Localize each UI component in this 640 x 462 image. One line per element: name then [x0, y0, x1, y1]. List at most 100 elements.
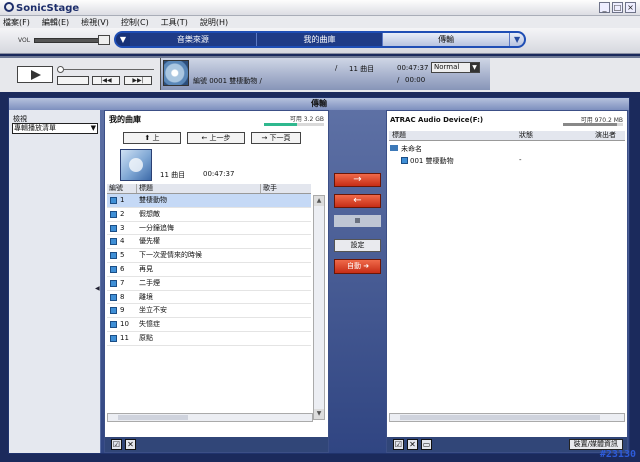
menu-file[interactable]: 檔案(F)	[3, 17, 30, 28]
deselect-icon[interactable]: ✕	[407, 439, 418, 450]
track-list: 1 雙棲動物 2 假想敵 3 一分鐘追悔 4 優先權 5 下一次愛情來的時候 6 再見 7 二手煙 8 離境 9…	[107, 194, 311, 346]
column-status[interactable]: 狀態	[519, 131, 533, 140]
vertical-scrollbar[interactable]: ▲ ▼	[313, 195, 325, 420]
music-note-icon	[110, 279, 117, 287]
menu-control[interactable]: 控制(C)	[121, 17, 149, 28]
track-number: 5	[120, 251, 125, 260]
menu-help[interactable]: 說明(H)	[200, 17, 228, 28]
seek-slider-track[interactable]	[64, 69, 154, 70]
table-row[interactable]: 4 優先權	[107, 235, 311, 250]
horizontal-scrollbar[interactable]	[389, 413, 625, 422]
back-button[interactable]: ← 上一步	[187, 132, 245, 144]
transfer-from-device-button[interactable]: ←	[334, 194, 381, 208]
tab-transfer[interactable]: 傳輸	[383, 33, 511, 46]
column-title[interactable]: 標題	[392, 131, 406, 140]
table-row[interactable]: 7 二手煙	[107, 277, 311, 291]
volume-slider-thumb[interactable]	[98, 35, 110, 45]
close-button[interactable]: ×	[625, 2, 636, 13]
track-title: 一分鐘追悔	[139, 223, 174, 232]
tab-music-source[interactable]: 音樂來源	[130, 33, 257, 46]
transfer-stop-button[interactable]	[334, 215, 381, 227]
view-select[interactable]: 專輯播放清單 ▼	[12, 123, 98, 134]
track-title: 失憶症	[139, 320, 160, 329]
menu-bar: 檔案(F) 編輯(E) 檢視(V) 控制(C) 工具(T) 說明(H)	[0, 16, 640, 28]
seek-slider-thumb[interactable]	[57, 66, 64, 73]
music-note-icon	[110, 197, 117, 204]
select-all-icon[interactable]: ☑	[393, 439, 404, 450]
next-page-button[interactable]: → 下一頁	[251, 132, 301, 144]
music-note-icon	[110, 210, 117, 218]
nav-left-arrow-icon[interactable]: ▼	[116, 33, 130, 46]
now-playing-track-count: 11 曲目	[349, 65, 375, 73]
music-note-icon	[110, 334, 117, 342]
sonicstage-logo-icon	[4, 2, 14, 12]
deselect-icon[interactable]: ✕	[125, 439, 136, 450]
watermark: #23130	[599, 449, 636, 460]
track-title: 原點	[139, 333, 153, 342]
scroll-thumb[interactable]	[400, 415, 600, 420]
device-capacity-bar	[563, 123, 623, 126]
table-row[interactable]: 10 失憶症	[107, 318, 311, 332]
now-playing-elapsed: 00:00	[405, 76, 426, 84]
volume-slider-track[interactable]	[34, 38, 106, 43]
new-folder-icon[interactable]: ▭	[421, 439, 432, 450]
now-playing-cover-icon	[163, 60, 189, 86]
horizontal-scrollbar[interactable]	[107, 413, 313, 422]
column-title[interactable]: 標題	[137, 184, 261, 193]
scroll-up-icon[interactable]: ▲	[314, 196, 324, 206]
table-row[interactable]: 6 再見	[107, 263, 311, 277]
dropdown-arrow-icon: ▼	[90, 124, 96, 132]
previous-track-button[interactable]: |◀◀	[92, 76, 120, 85]
dropdown-arrow-icon: ▼	[470, 63, 479, 72]
tab-my-library[interactable]: 我的曲庫	[257, 33, 384, 46]
table-row[interactable]: 2 假想敵	[107, 208, 311, 222]
minimize-button[interactable]: _	[599, 2, 610, 13]
view-sidebar: 檢視 專輯播放清單 ▼ ◀	[9, 110, 101, 453]
device-track-status: -	[519, 156, 522, 164]
select-all-icon[interactable]: ☑	[111, 439, 122, 450]
view-select-value: 專輯播放清單	[14, 124, 56, 132]
device-folder-label: 未命名	[401, 145, 422, 153]
play-mode-value: Normal	[434, 63, 460, 71]
album-duration: 00:47:37	[203, 170, 235, 178]
menu-view[interactable]: 檢視(V)	[81, 17, 109, 28]
up-button[interactable]: ⬆ 上	[123, 132, 181, 144]
scroll-thumb[interactable]	[118, 415, 188, 420]
next-track-button[interactable]: ▶▶|	[124, 76, 152, 85]
table-row[interactable]: 8 離境	[107, 291, 311, 305]
table-row[interactable]: 5 下一次愛情來的時候	[107, 249, 311, 263]
table-row[interactable]: 1 雙棲動物	[107, 194, 311, 208]
now-playing-track: 編號 0001 雙棲動物 /	[193, 77, 262, 85]
menu-edit[interactable]: 編輯(E)	[42, 17, 69, 28]
table-row[interactable]: 11 原點	[107, 332, 311, 346]
table-row[interactable]: 3 一分鐘追悔	[107, 222, 311, 236]
track-title: 二手煙	[139, 278, 160, 287]
track-title: 雙棲動物	[139, 196, 167, 204]
now-playing-display: 編號 0001 雙棲動物 / / 11 曲目 00:47:37 / 00:00 …	[160, 58, 490, 90]
column-performer[interactable]: 演出者	[595, 131, 616, 140]
device-table-header: 標題 狀態 演出者	[389, 131, 625, 141]
settings-button[interactable]: 設定	[334, 239, 381, 252]
maximize-button[interactable]: □	[612, 2, 623, 13]
track-number: 9	[120, 306, 125, 315]
device-folder[interactable]: 未命名	[390, 144, 422, 154]
device-track-label: 001 雙棲動物	[410, 157, 454, 165]
transfer-to-device-button[interactable]: →	[334, 173, 381, 187]
stop-button[interactable]	[57, 76, 89, 85]
device-track-row[interactable]: 001 雙棲動物 -	[401, 156, 621, 166]
column-artist[interactable]: 歌手	[261, 184, 311, 193]
play-mode-select[interactable]: Normal ▼	[431, 62, 480, 73]
nav-right-arrow-icon[interactable]: ▼	[510, 33, 524, 46]
play-button[interactable]	[17, 66, 53, 83]
menu-tools[interactable]: 工具(T)	[161, 17, 188, 28]
track-number: 3	[120, 223, 125, 232]
auto-transfer-button[interactable]: 自動 ➜	[334, 259, 381, 274]
scroll-down-icon[interactable]: ▼	[314, 409, 324, 419]
app-name: SonicStage	[16, 3, 80, 14]
column-number[interactable]: 編號	[107, 184, 137, 193]
table-row[interactable]: 9 坐立不安	[107, 304, 311, 319]
collapse-sidebar-icon[interactable]: ◀	[95, 285, 100, 292]
track-number: 8	[120, 292, 125, 301]
track-number: 1	[120, 196, 125, 204]
back-arrow-icon: ←	[201, 134, 210, 142]
